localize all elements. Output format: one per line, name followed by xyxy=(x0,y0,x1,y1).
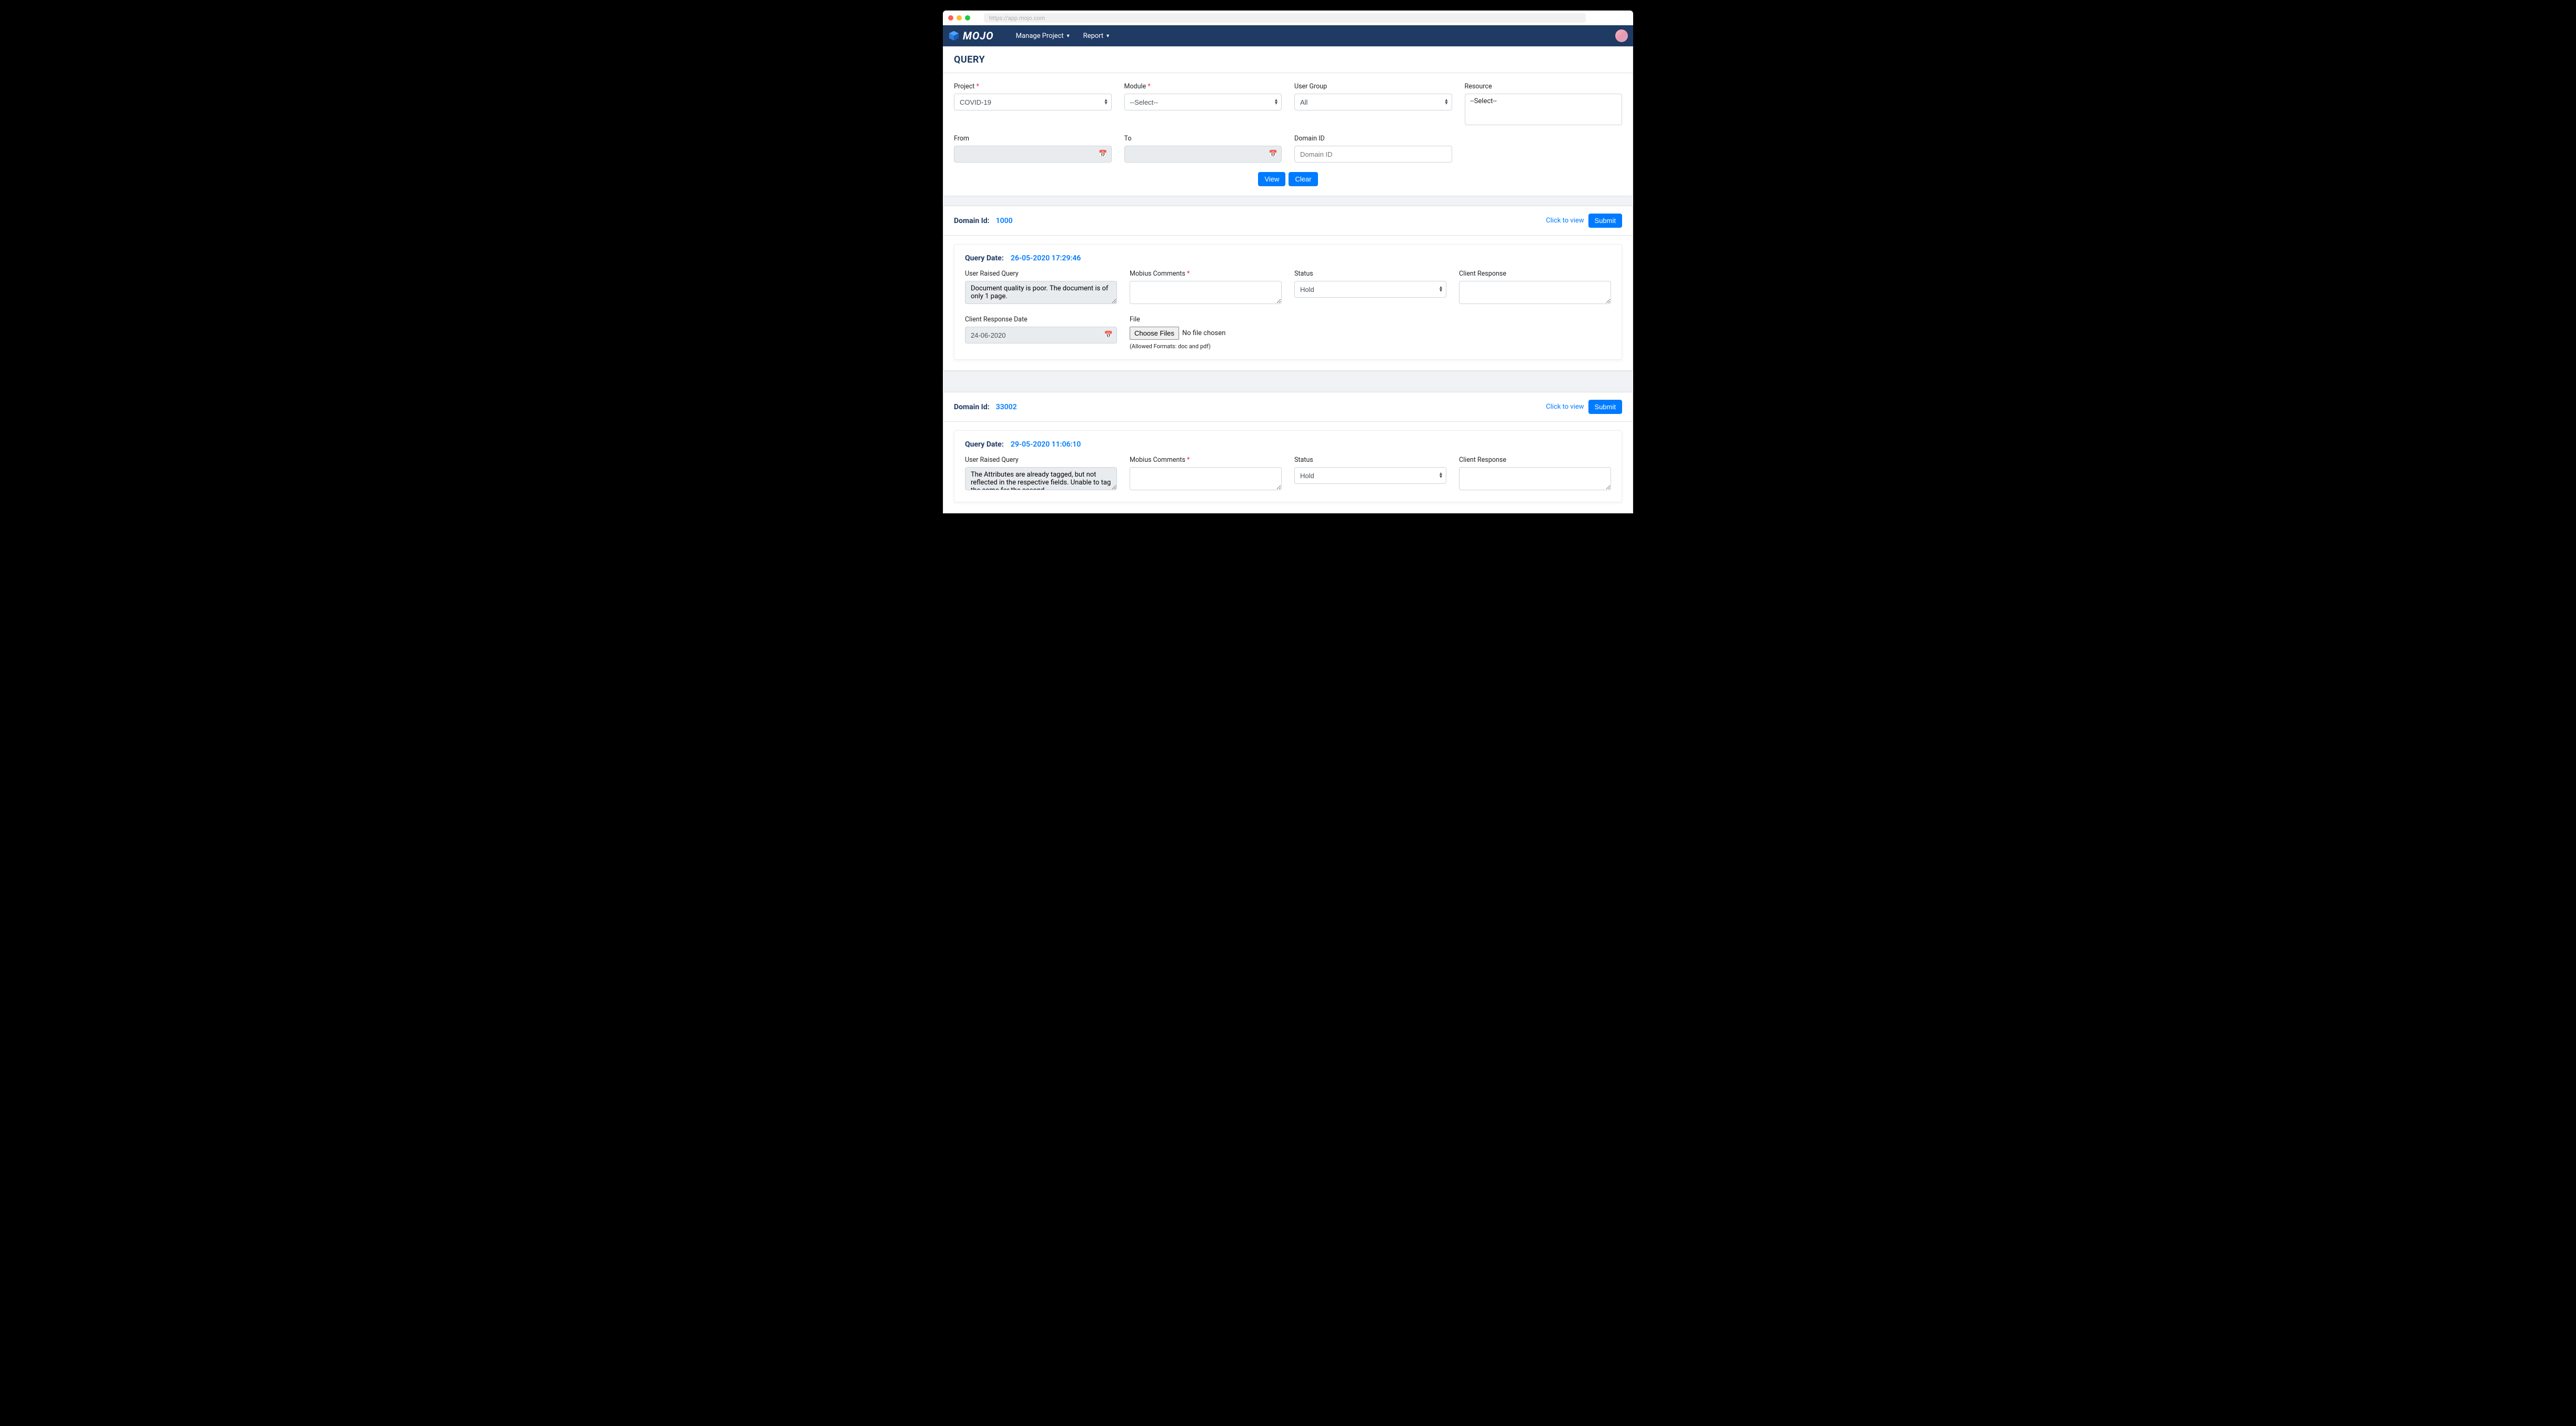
window-maximize-dot[interactable] xyxy=(965,15,970,21)
user-group-select[interactable]: All xyxy=(1294,94,1452,110)
domain-id-input[interactable] xyxy=(1294,146,1452,163)
mobius-comments-input[interactable] xyxy=(1130,281,1282,304)
user-raised-query-text: The Attributes are already tagged, but n… xyxy=(965,467,1117,490)
project-select[interactable]: COVID-19 xyxy=(954,94,1112,110)
logo-cube-icon xyxy=(948,30,960,42)
status-label: Status xyxy=(1294,270,1446,278)
calendar-icon[interactable]: 📅 xyxy=(1104,331,1113,339)
filter-panel: Project * COVID-19 ▴▾ Module * --Select-… xyxy=(943,73,1633,196)
page-title: QUERY xyxy=(954,54,1622,65)
query-date-value: 29-05-2020 11:06:10 xyxy=(1011,440,1081,449)
calendar-icon[interactable]: 📅 xyxy=(1099,150,1107,158)
domain-id-value: 33002 xyxy=(996,403,1017,411)
nav-manage-project-label: Manage Project xyxy=(1016,32,1064,40)
file-format-hint: (Allowed Formats: doc and pdf) xyxy=(1130,343,1282,350)
module-label: Module * xyxy=(1124,83,1282,90)
choose-files-button[interactable]: Choose Files xyxy=(1130,327,1179,340)
query-date-label: Query Date: xyxy=(965,254,1004,262)
domain-header: Domain Id: 33002 Click to view Submit xyxy=(943,392,1633,422)
to-date-input[interactable] xyxy=(1124,146,1282,163)
file-label: File xyxy=(1130,316,1282,323)
clear-button[interactable]: Clear xyxy=(1289,172,1317,186)
avatar[interactable] xyxy=(1615,29,1628,42)
domain-id-label: Domain ID xyxy=(1294,135,1452,143)
nav-report-label: Report xyxy=(1083,32,1104,40)
user-raised-query-label: User Raised Query xyxy=(965,270,1117,278)
nav-manage-project[interactable]: Manage Project ▼ xyxy=(1010,32,1077,40)
submit-button[interactable]: Submit xyxy=(1588,400,1622,414)
file-chosen-status: No file chosen xyxy=(1182,329,1226,337)
chevron-down-icon: ▼ xyxy=(1105,33,1110,39)
mobius-comments-input[interactable] xyxy=(1130,467,1282,490)
browser-chrome: https://app.mojo.com xyxy=(943,11,1633,25)
submit-button[interactable]: Submit xyxy=(1588,214,1622,228)
status-label: Status xyxy=(1294,456,1446,464)
query-date-label: Query Date: xyxy=(965,440,1004,449)
domain-card: Domain Id: 33002 Click to view Submit Qu… xyxy=(943,392,1633,513)
domain-id-header-label: Domain Id: xyxy=(954,403,990,411)
url-bar[interactable]: https://app.mojo.com xyxy=(984,13,1586,23)
page-title-bar: QUERY xyxy=(943,46,1633,73)
click-to-view-link[interactable]: Click to view xyxy=(1546,403,1584,411)
user-group-label: User Group xyxy=(1294,83,1452,90)
client-response-input[interactable] xyxy=(1459,467,1611,490)
client-response-date-input[interactable] xyxy=(965,327,1117,343)
client-response-label: Client Response xyxy=(1459,270,1611,278)
view-button[interactable]: View xyxy=(1258,172,1285,186)
mobius-comments-label: Mobius Comments * xyxy=(1130,270,1282,278)
from-label: From xyxy=(954,135,1112,143)
resource-label: Resource xyxy=(1465,83,1623,90)
project-label: Project * xyxy=(954,83,1112,90)
resource-option[interactable]: --Select-- xyxy=(1471,97,1617,105)
status-select[interactable]: Hold xyxy=(1294,281,1446,298)
from-date-input[interactable] xyxy=(954,146,1112,163)
user-raised-query-label: User Raised Query xyxy=(965,456,1117,464)
domain-id-header-label: Domain Id: xyxy=(954,217,990,225)
domain-header: Domain Id: 1000 Click to view Submit xyxy=(943,206,1633,236)
resource-select[interactable]: --Select-- xyxy=(1465,94,1623,125)
client-response-input[interactable] xyxy=(1459,281,1611,304)
chevron-down-icon: ▼ xyxy=(1066,33,1071,39)
status-select[interactable]: Hold xyxy=(1294,467,1446,484)
query-date-value: 26-05-2020 17:29:46 xyxy=(1011,254,1081,262)
brand-logo[interactable]: MOJO xyxy=(948,29,994,42)
window-minimize-dot[interactable] xyxy=(957,15,962,21)
nav-report[interactable]: Report ▼ xyxy=(1077,32,1117,40)
module-select[interactable]: --Select-- xyxy=(1124,94,1282,110)
client-response-date-label: Client Response Date xyxy=(965,316,1117,323)
client-response-label: Client Response xyxy=(1459,456,1611,464)
mobius-comments-label: Mobius Comments * xyxy=(1130,456,1282,464)
navbar: MOJO Manage Project ▼ Report ▼ xyxy=(943,25,1633,46)
domain-id-value: 1000 xyxy=(996,217,1013,225)
to-label: To xyxy=(1124,135,1282,143)
user-raised-query-text: Document quality is poor. The document i… xyxy=(965,281,1117,304)
brand-text: MOJO xyxy=(963,29,994,42)
window-close-dot[interactable] xyxy=(948,15,953,21)
click-to-view-link[interactable]: Click to view xyxy=(1546,217,1584,225)
domain-card: Domain Id: 1000 Click to view Submit Que… xyxy=(943,206,1633,371)
calendar-icon[interactable]: 📅 xyxy=(1269,150,1277,158)
